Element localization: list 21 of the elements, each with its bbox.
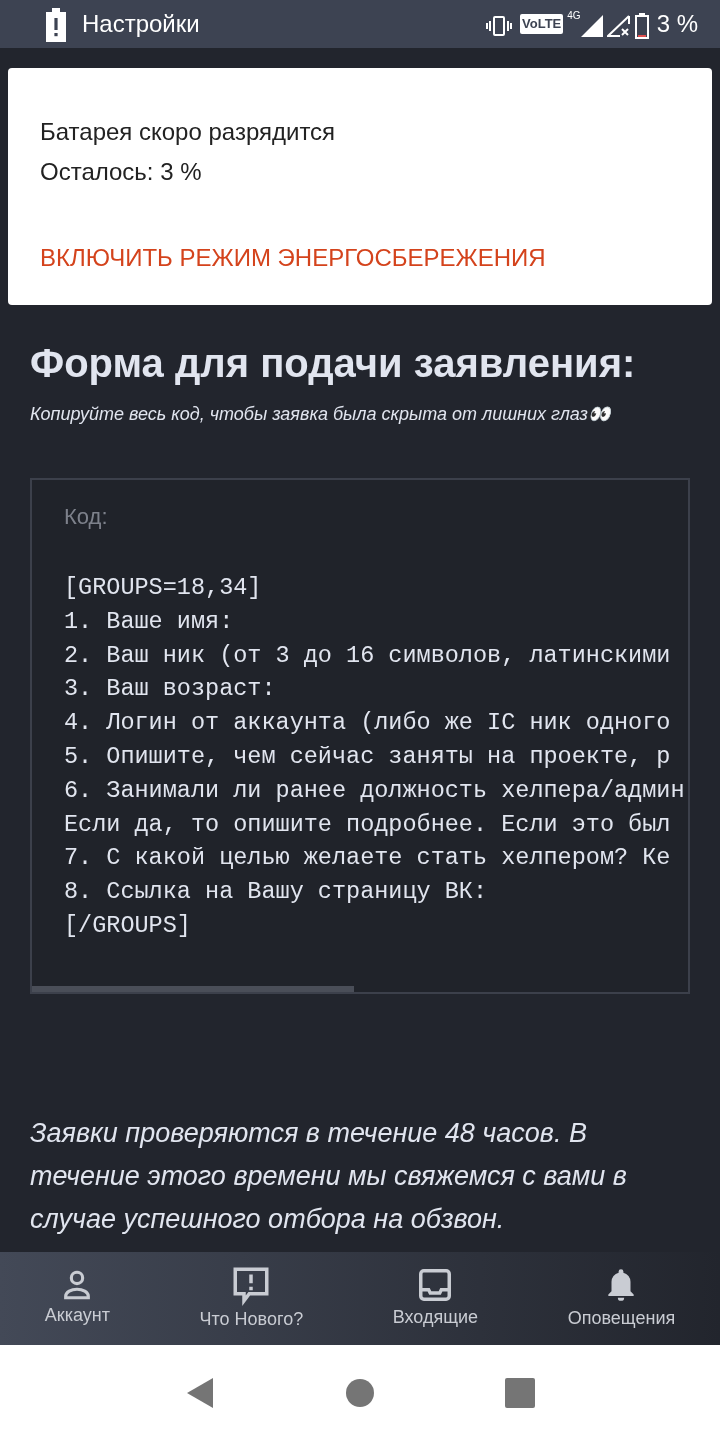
- nav-label[interactable]: Оповещения: [567, 1305, 676, 1332]
- battery-saver-button[interactable]: ВКЛЮЧИТЬ РЕЖИМ ЭНЕРГОСБЕРЕЖЕНИЯ: [40, 240, 546, 276]
- volte-label: VoLTE: [520, 14, 564, 34]
- nav-label[interactable]: Аккаунт: [44, 1302, 110, 1329]
- back-icon[interactable]: [185, 1375, 215, 1410]
- home-icon[interactable]: [345, 1377, 375, 1408]
- code-label: Код:: [64, 503, 109, 531]
- info-paragraph: Заявки проверяются в течение 48 часов. В течение этого времени мы свяжемся с вами в случае успешного отбора на обзвон.: [30, 1117, 628, 1236]
- nav-label[interactable]: Что Нового?: [199, 1306, 304, 1333]
- code-text: [GROUPS=18,34] 1. Ваше имя: 2. Ваш ник (от 3 до 16 символов, латинскими 3. Ваш возраст: 4. Логин от аккаунта (либо же IC ник одного 5. Опишите, чем сейчас заняты на проекте, р 6. Занимали ли ранее должность хелпера/админ Если да, то опишите подробнее. Если это был 7. С какой целью желаете стать хелпером? Ке 8. Ссылка на Вашу страницу ВК: [/GROUPS]: [64, 573, 686, 941]
- scrollbar[interactable]: [32, 986, 354, 992]
- nav-label[interactable]: Входящие: [392, 1304, 479, 1331]
- page-heading: Форма для подачи заявления:: [30, 340, 637, 387]
- notification-text: Осталось: 3 %: [40, 157, 203, 187]
- page-subtitle: Копируйте весь код, чтобы заявка была скрыта от лишних глаз👀: [30, 403, 612, 426]
- battery-alert-icon: [46, 5, 66, 43]
- recents-icon[interactable]: [505, 1377, 535, 1408]
- notification-title: Батарея скоро разрядится: [40, 117, 337, 147]
- battery-percent: 3 %: [656, 9, 698, 39]
- network-label: 4G: [567, 9, 581, 23]
- app-title: Настройки: [82, 9, 200, 39]
